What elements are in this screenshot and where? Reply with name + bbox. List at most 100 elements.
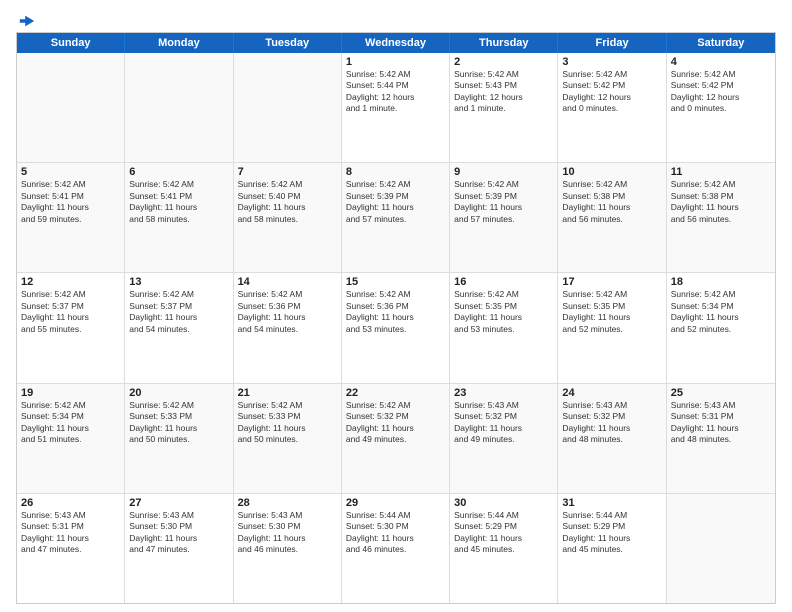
day-cell-29: 29Sunrise: 5:44 AM Sunset: 5:30 PM Dayli… [342,494,450,603]
day-cell-25: 25Sunrise: 5:43 AM Sunset: 5:31 PM Dayli… [667,384,775,493]
day-cell-3: 3Sunrise: 5:42 AM Sunset: 5:42 PM Daylig… [558,53,666,162]
calendar-body: 1Sunrise: 5:42 AM Sunset: 5:44 PM Daylig… [17,53,775,603]
day-number: 28 [238,497,337,509]
day-cell-21: 21Sunrise: 5:42 AM Sunset: 5:33 PM Dayli… [234,384,342,493]
day-cell-24: 24Sunrise: 5:43 AM Sunset: 5:32 PM Dayli… [558,384,666,493]
day-info: Sunrise: 5:42 AM Sunset: 5:41 PM Dayligh… [129,179,228,225]
day-header-sunday: Sunday [17,33,125,53]
empty-cell [125,53,233,162]
day-cell-15: 15Sunrise: 5:42 AM Sunset: 5:36 PM Dayli… [342,273,450,382]
day-number: 20 [129,387,228,399]
day-cell-20: 20Sunrise: 5:42 AM Sunset: 5:33 PM Dayli… [125,384,233,493]
day-header-thursday: Thursday [450,33,558,53]
day-info: Sunrise: 5:42 AM Sunset: 5:32 PM Dayligh… [346,400,445,446]
day-info: Sunrise: 5:42 AM Sunset: 5:35 PM Dayligh… [454,289,553,335]
day-cell-6: 6Sunrise: 5:42 AM Sunset: 5:41 PM Daylig… [125,163,233,272]
calendar-row-5: 26Sunrise: 5:43 AM Sunset: 5:31 PM Dayli… [17,494,775,603]
day-info: Sunrise: 5:42 AM Sunset: 5:38 PM Dayligh… [562,179,661,225]
day-header-tuesday: Tuesday [234,33,342,53]
day-number: 29 [346,497,445,509]
day-info: Sunrise: 5:42 AM Sunset: 5:34 PM Dayligh… [671,289,771,335]
day-number: 13 [129,276,228,288]
calendar: SundayMondayTuesdayWednesdayThursdayFrid… [16,32,776,604]
day-number: 16 [454,276,553,288]
day-header-monday: Monday [125,33,233,53]
day-number: 31 [562,497,661,509]
day-number: 9 [454,166,553,178]
day-info: Sunrise: 5:44 AM Sunset: 5:29 PM Dayligh… [562,510,661,556]
day-number: 7 [238,166,337,178]
day-number: 10 [562,166,661,178]
day-cell-16: 16Sunrise: 5:42 AM Sunset: 5:35 PM Dayli… [450,273,558,382]
day-number: 15 [346,276,445,288]
day-number: 12 [21,276,120,288]
day-info: Sunrise: 5:43 AM Sunset: 5:31 PM Dayligh… [21,510,120,556]
day-number: 8 [346,166,445,178]
day-cell-4: 4Sunrise: 5:42 AM Sunset: 5:42 PM Daylig… [667,53,775,162]
day-info: Sunrise: 5:43 AM Sunset: 5:32 PM Dayligh… [454,400,553,446]
day-info: Sunrise: 5:42 AM Sunset: 5:33 PM Dayligh… [238,400,337,446]
day-header-saturday: Saturday [667,33,775,53]
day-info: Sunrise: 5:42 AM Sunset: 5:33 PM Dayligh… [129,400,228,446]
day-info: Sunrise: 5:42 AM Sunset: 5:36 PM Dayligh… [346,289,445,335]
day-cell-23: 23Sunrise: 5:43 AM Sunset: 5:32 PM Dayli… [450,384,558,493]
day-info: Sunrise: 5:42 AM Sunset: 5:38 PM Dayligh… [671,179,771,225]
day-cell-31: 31Sunrise: 5:44 AM Sunset: 5:29 PM Dayli… [558,494,666,603]
day-number: 30 [454,497,553,509]
day-cell-17: 17Sunrise: 5:42 AM Sunset: 5:35 PM Dayli… [558,273,666,382]
day-cell-10: 10Sunrise: 5:42 AM Sunset: 5:38 PM Dayli… [558,163,666,272]
day-header-wednesday: Wednesday [342,33,450,53]
day-info: Sunrise: 5:43 AM Sunset: 5:30 PM Dayligh… [238,510,337,556]
day-info: Sunrise: 5:42 AM Sunset: 5:42 PM Dayligh… [671,69,771,115]
day-cell-14: 14Sunrise: 5:42 AM Sunset: 5:36 PM Dayli… [234,273,342,382]
day-cell-22: 22Sunrise: 5:42 AM Sunset: 5:32 PM Dayli… [342,384,450,493]
day-info: Sunrise: 5:44 AM Sunset: 5:29 PM Dayligh… [454,510,553,556]
day-number: 1 [346,56,445,68]
calendar-row-3: 12Sunrise: 5:42 AM Sunset: 5:37 PM Dayli… [17,273,775,383]
empty-cell [667,494,775,603]
day-info: Sunrise: 5:43 AM Sunset: 5:32 PM Dayligh… [562,400,661,446]
day-number: 24 [562,387,661,399]
day-info: Sunrise: 5:42 AM Sunset: 5:34 PM Dayligh… [21,400,120,446]
day-info: Sunrise: 5:42 AM Sunset: 5:39 PM Dayligh… [454,179,553,225]
calendar-row-4: 19Sunrise: 5:42 AM Sunset: 5:34 PM Dayli… [17,384,775,494]
day-number: 14 [238,276,337,288]
day-number: 26 [21,497,120,509]
calendar-header: SundayMondayTuesdayWednesdayThursdayFrid… [17,33,775,53]
day-cell-28: 28Sunrise: 5:43 AM Sunset: 5:30 PM Dayli… [234,494,342,603]
day-info: Sunrise: 5:42 AM Sunset: 5:35 PM Dayligh… [562,289,661,335]
day-cell-11: 11Sunrise: 5:42 AM Sunset: 5:38 PM Dayli… [667,163,775,272]
day-info: Sunrise: 5:42 AM Sunset: 5:42 PM Dayligh… [562,69,661,115]
day-cell-9: 9Sunrise: 5:42 AM Sunset: 5:39 PM Daylig… [450,163,558,272]
day-number: 17 [562,276,661,288]
day-info: Sunrise: 5:42 AM Sunset: 5:40 PM Dayligh… [238,179,337,225]
empty-cell [234,53,342,162]
day-number: 18 [671,276,771,288]
day-number: 21 [238,387,337,399]
day-info: Sunrise: 5:42 AM Sunset: 5:44 PM Dayligh… [346,69,445,115]
day-cell-26: 26Sunrise: 5:43 AM Sunset: 5:31 PM Dayli… [17,494,125,603]
day-cell-13: 13Sunrise: 5:42 AM Sunset: 5:37 PM Dayli… [125,273,233,382]
day-number: 3 [562,56,661,68]
day-cell-27: 27Sunrise: 5:43 AM Sunset: 5:30 PM Dayli… [125,494,233,603]
day-cell-8: 8Sunrise: 5:42 AM Sunset: 5:39 PM Daylig… [342,163,450,272]
page: SundayMondayTuesdayWednesdayThursdayFrid… [0,0,792,612]
day-cell-7: 7Sunrise: 5:42 AM Sunset: 5:40 PM Daylig… [234,163,342,272]
logo [16,12,36,26]
day-cell-2: 2Sunrise: 5:42 AM Sunset: 5:43 PM Daylig… [450,53,558,162]
day-number: 27 [129,497,228,509]
day-info: Sunrise: 5:42 AM Sunset: 5:37 PM Dayligh… [21,289,120,335]
day-cell-12: 12Sunrise: 5:42 AM Sunset: 5:37 PM Dayli… [17,273,125,382]
day-number: 19 [21,387,120,399]
day-number: 22 [346,387,445,399]
day-number: 11 [671,166,771,178]
day-info: Sunrise: 5:42 AM Sunset: 5:37 PM Dayligh… [129,289,228,335]
day-number: 2 [454,56,553,68]
day-number: 6 [129,166,228,178]
day-number: 23 [454,387,553,399]
day-info: Sunrise: 5:44 AM Sunset: 5:30 PM Dayligh… [346,510,445,556]
calendar-row-2: 5Sunrise: 5:42 AM Sunset: 5:41 PM Daylig… [17,163,775,273]
logo-icon [18,12,36,30]
day-info: Sunrise: 5:43 AM Sunset: 5:30 PM Dayligh… [129,510,228,556]
day-number: 4 [671,56,771,68]
